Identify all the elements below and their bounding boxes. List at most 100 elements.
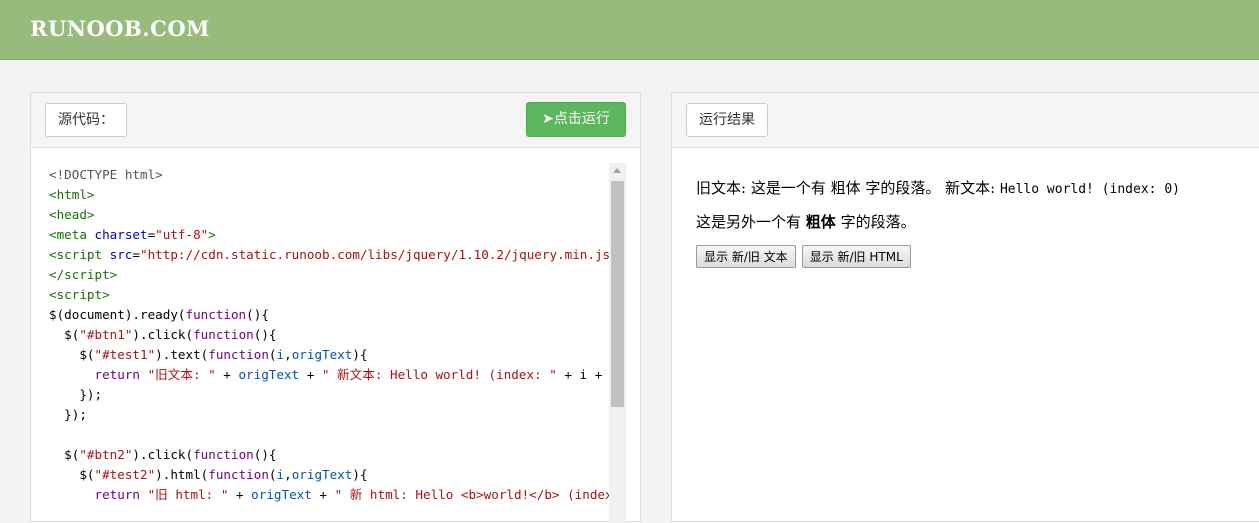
code-token: (){ — [253, 327, 277, 342]
code-token: <head> — [49, 207, 95, 222]
show-html-button[interactable]: 显示 新/旧 HTML — [801, 245, 911, 268]
code-token: , — [284, 347, 292, 362]
code-token: "#test2" — [94, 467, 156, 482]
site-header: RUNOOB.COM — [0, 0, 1259, 60]
test1-paragraph: 旧文本: 这是一个有 粗体 字的段落。 新文本: Hello world! (i… — [696, 177, 1180, 198]
paper-plane-icon: ➤ — [542, 111, 554, 127]
code-line: return "旧文本: " + origText + " 新文本: Hello… — [49, 365, 609, 385]
code-token: <html> — [49, 187, 95, 202]
old-text: 旧文本: 这是一个有 粗体 字的段落。 新文本: — [696, 179, 1000, 197]
scroll-up-arrow-icon[interactable] — [613, 168, 621, 173]
code-line: <script src="http://cdn.static.runoob.co… — [49, 245, 609, 265]
code-line: $("#test2").html(function(i,origText){ — [49, 465, 609, 485]
code-token: function — [208, 347, 269, 362]
code-token: "#btn2" — [79, 447, 133, 462]
code-token: "utf-8" — [155, 227, 209, 242]
code-line: <html> — [49, 185, 609, 205]
code-token: ).click( — [132, 447, 194, 462]
run-button-label: 点击运行 — [553, 111, 610, 127]
code-token: </script> — [49, 267, 118, 282]
code-token: origText — [238, 367, 300, 382]
code-scrollbar[interactable] — [609, 163, 626, 523]
code-token: i — [276, 467, 285, 482]
code-token: <script> — [49, 287, 110, 302]
code-line: $("#btn2").click(function(){ — [49, 445, 609, 465]
code-token: ).text( — [155, 347, 209, 362]
scrollbar-thumb[interactable] — [611, 181, 624, 407]
code-line: </script> — [49, 265, 609, 285]
code-token: "旧 html: " — [147, 487, 229, 502]
code-token: function — [185, 307, 247, 322]
result-content: 旧文本: 这是一个有 粗体 字的段落。 新文本: Hello world! (i… — [696, 177, 1180, 268]
code-token: src — [109, 247, 133, 262]
code-line: <head> — [49, 205, 609, 225]
code-token: <meta — [49, 227, 95, 242]
code-token: ){ — [352, 467, 368, 482]
code-token: + — [299, 367, 322, 382]
code-token: charset — [94, 227, 148, 242]
code-token: > — [208, 227, 216, 242]
code-token: + i + — [556, 367, 609, 382]
code-token: origText — [291, 467, 353, 482]
code-token: + — [215, 367, 239, 382]
code-token: return — [49, 487, 148, 502]
code-token: <!DOCTYPE html> — [49, 167, 163, 182]
code-token: "#test1" — [94, 347, 156, 362]
code-token: ( — [268, 467, 277, 482]
code-line: }); — [49, 405, 609, 425]
source-panel-header: 源代码： ➤点击运行 — [31, 93, 640, 148]
code-token: + — [228, 487, 252, 502]
code-token: "http://cdn.static.runoob.com/libs/jquer… — [140, 247, 609, 262]
code-token: return — [49, 367, 148, 382]
code-token: function — [208, 467, 269, 482]
text-part: 这是另外一个有 — [696, 213, 806, 231]
code-token: "旧文本: " — [147, 367, 216, 382]
code-editor[interactable]: <!DOCTYPE html> <html> <head> <meta charset… — [49, 165, 609, 505]
show-text-button[interactable]: 显示 新/旧 文本 — [696, 245, 796, 268]
code-token: ){ — [352, 347, 368, 362]
code-token: ).html( — [155, 467, 209, 482]
code-line: <script> — [49, 285, 609, 305]
code-token: " 新文本: Hello world! (index: " — [321, 367, 557, 382]
code-token: = — [132, 247, 141, 262]
code-line: $(document).ready(function(){ — [49, 305, 609, 325]
code-token: origText — [251, 487, 312, 502]
code-token: function — [193, 447, 254, 462]
code-token: , — [284, 467, 292, 482]
code-token: i — [276, 347, 285, 362]
run-button[interactable]: ➤点击运行 — [526, 102, 626, 137]
text-part: 字的段落。 — [835, 213, 916, 231]
code-token: }); — [49, 387, 103, 402]
code-token: "#btn1" — [79, 327, 133, 342]
new-text: Hello world! (index: 0) — [999, 182, 1180, 197]
result-panel: 运行结果 旧文本: 这是一个有 粗体 字的段落。 新文本: Hello worl… — [671, 92, 1259, 522]
code-token: <script — [49, 247, 110, 262]
code-line: }); — [49, 385, 609, 405]
code-line: <!DOCTYPE html> — [49, 165, 609, 185]
result-panel-header: 运行结果 — [672, 93, 1259, 148]
code-token: (){ — [246, 307, 269, 322]
code-token: + — [311, 487, 335, 502]
code-token: $(document).ready( — [49, 307, 186, 322]
source-panel: 源代码： ➤点击运行 <!DOCTYPE html> <html> <head> <m… — [30, 92, 641, 523]
bold-text: 粗体 — [805, 213, 836, 231]
code-token: $( — [49, 347, 95, 362]
test2-paragraph: 这是另外一个有 粗体 字的段落。 — [696, 211, 1180, 232]
code-token: $( — [49, 447, 80, 462]
result-label: 运行结果 — [686, 103, 768, 137]
code-token: $( — [49, 467, 95, 482]
source-code-label: 源代码： — [45, 103, 127, 137]
code-token: (){ — [253, 447, 277, 462]
code-token: }); — [49, 407, 87, 422]
code-token: $( — [49, 327, 80, 342]
site-logo[interactable]: RUNOOB.COM — [30, 16, 210, 41]
code-line: <meta charset="utf-8"> — [49, 225, 609, 245]
code-token: " 新 html: Hello <b>world!</b> (index: " — [334, 487, 609, 502]
code-line: return "旧 html: " + origText + " 新 html:… — [49, 485, 609, 505]
code-token: ( — [268, 347, 277, 362]
code-line: $("#btn1").click(function(){ — [49, 325, 609, 345]
code-token: function — [193, 327, 254, 342]
code-token: ).click( — [132, 327, 194, 342]
code-token: origText — [291, 347, 353, 362]
